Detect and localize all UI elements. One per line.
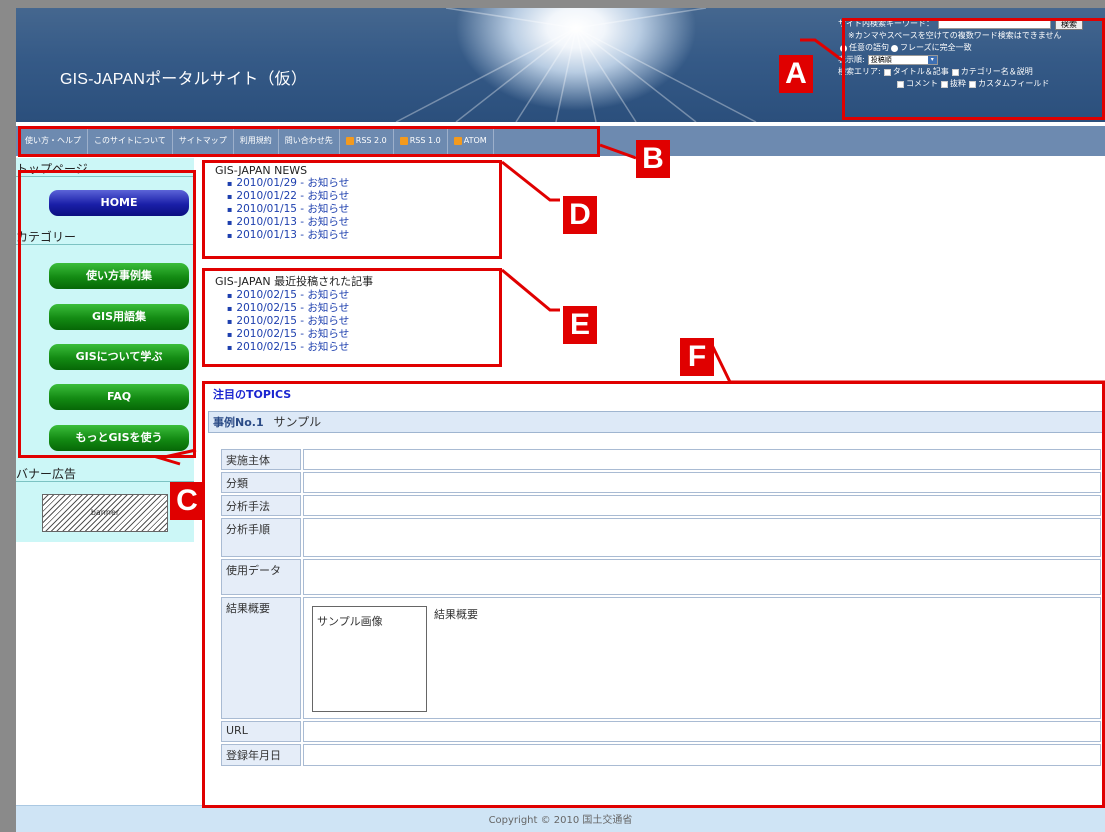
annotation-box-c <box>18 170 196 458</box>
annotation-label-b: B <box>636 140 670 178</box>
annotation-label-a: A <box>779 55 813 93</box>
sidebar-banner-heading: バナー広告 <box>16 463 194 482</box>
annotation-box-f <box>202 381 1105 808</box>
annotation-label-f: F <box>680 338 714 376</box>
site-title[interactable]: GIS-JAPANポータルサイト（仮） <box>60 65 307 89</box>
annotation-box-b <box>18 126 600 157</box>
annotation-box-e <box>202 268 502 367</box>
annotation-label-d: D <box>563 196 597 234</box>
annotation-box-d <box>202 160 502 259</box>
footer-copyright: Copyright © 2010 国土交通省 <box>16 805 1105 832</box>
annotation-box-a <box>842 18 1105 120</box>
annotation-label-e: E <box>563 306 597 344</box>
banner-ad[interactable]: banner <box>42 494 168 532</box>
annotation-label-c: C <box>170 482 204 520</box>
